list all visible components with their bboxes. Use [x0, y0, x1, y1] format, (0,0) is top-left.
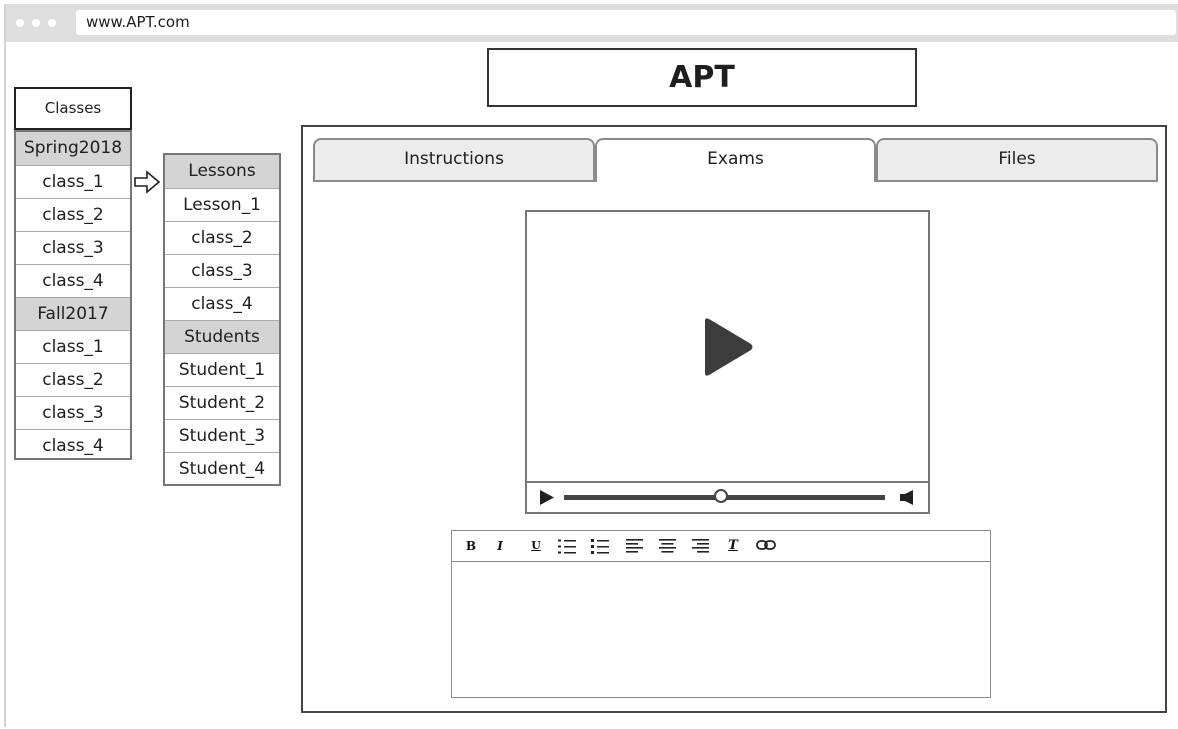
classes-item[interactable]: class_1 [16, 330, 130, 363]
address-bar[interactable]: www.APT.com [76, 10, 1176, 35]
lessons-item[interactable]: class_2 [165, 221, 279, 254]
lessons-item[interactable]: Student_1 [165, 353, 279, 386]
lessons-item[interactable]: class_4 [165, 287, 279, 320]
align-right-button[interactable] [689, 537, 711, 555]
rich-text-editor: B I U T [451, 530, 991, 698]
bulleted-list-icon [591, 539, 609, 554]
clear-format-icon: T [728, 538, 738, 553]
lessons-item[interactable]: class_3 [165, 254, 279, 287]
right-arrow-icon [134, 170, 161, 194]
editor-toolbar: B I U T [452, 531, 990, 562]
content-panel: Instructions Exams Files B I U T [301, 125, 1167, 713]
seek-knob[interactable] [714, 489, 729, 503]
align-center-button[interactable] [656, 537, 678, 555]
lessons-item[interactable]: Student_3 [165, 419, 279, 452]
align-center-icon [658, 539, 676, 553]
window-close-dot[interactable] [16, 19, 24, 27]
window-minimize-dot[interactable] [32, 19, 40, 27]
bold-icon: B [465, 539, 477, 553]
window-maximize-dot[interactable] [48, 19, 56, 27]
classes-item[interactable]: class_4 [16, 264, 130, 297]
align-left-icon [625, 539, 643, 553]
play-icon[interactable] [702, 317, 754, 377]
classes-item[interactable]: class_1 [16, 165, 130, 198]
tab-files[interactable]: Files [876, 138, 1158, 182]
classes-item[interactable]: class_2 [16, 198, 130, 231]
classes-list: Spring2018 class_1 class_2 class_3 class_4 Fa… [14, 130, 132, 460]
classes-item[interactable]: class_2 [16, 363, 130, 396]
lessons-group-header[interactable]: Lessons [165, 155, 279, 188]
numbered-list-button[interactable] [556, 537, 578, 555]
underline-button[interactable]: U [525, 537, 547, 555]
play-small-icon[interactable] [539, 489, 555, 506]
classes-group-header[interactable]: Fall2017 [16, 297, 130, 330]
seek-bar[interactable] [564, 489, 885, 503]
classes-item[interactable]: class_3 [16, 231, 130, 264]
classes-item[interactable]: class_3 [16, 396, 130, 429]
lessons-item[interactable]: Lesson_1 [165, 188, 279, 221]
lessons-students-list: Lessons Lesson_1 class_2 class_3 class_4 Stud… [163, 153, 281, 486]
lessons-item[interactable]: Student_4 [165, 452, 279, 485]
editor-text-area[interactable] [452, 562, 990, 697]
lessons-item[interactable]: Student_2 [165, 386, 279, 419]
align-right-icon [691, 539, 709, 553]
italic-icon: I [497, 539, 503, 553]
numbered-list-icon [558, 539, 576, 554]
tab-instructions[interactable]: Instructions [313, 138, 595, 182]
link-button[interactable] [755, 537, 777, 555]
bulleted-list-button[interactable] [589, 537, 611, 555]
app-title: APT [487, 48, 917, 107]
volume-icon[interactable] [899, 489, 917, 506]
video-controls [527, 481, 928, 512]
classes-header: Classes [14, 87, 132, 130]
classes-item[interactable]: class_4 [16, 429, 130, 462]
bold-button[interactable]: B [460, 537, 482, 555]
align-left-button[interactable] [623, 537, 645, 555]
video-player[interactable] [525, 210, 930, 514]
link-icon [756, 540, 776, 550]
classes-group-header[interactable]: Spring2018 [16, 132, 130, 165]
browser-window: www.APT.com APT Classes Spring2018 class_… [4, 4, 1178, 727]
clear-format-button[interactable]: T [722, 537, 744, 555]
lessons-group-header[interactable]: Students [165, 320, 279, 353]
underline-icon: U [531, 539, 541, 552]
italic-button[interactable]: I [489, 537, 511, 555]
browser-toolbar: www.APT.com [6, 4, 1178, 42]
tab-exams[interactable]: Exams [595, 138, 876, 182]
